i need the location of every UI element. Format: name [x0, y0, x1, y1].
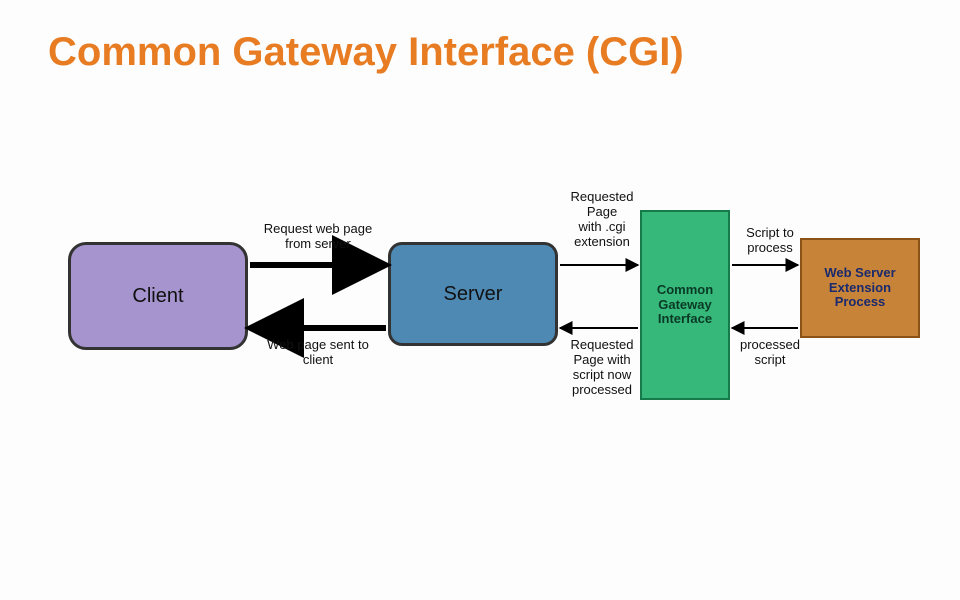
label-processed-script: processed script	[734, 338, 806, 368]
label-script-to-process: Script to process	[734, 226, 806, 256]
cgi-diagram: Client Server Common Gateway Interface W…	[0, 170, 960, 490]
label-req-processed: Requested Page with script now processed	[562, 338, 642, 398]
arrows-layer	[0, 170, 960, 490]
slide-title: Common Gateway Interface (CGI)	[48, 30, 684, 75]
label-request-web-page: Request web page from server	[248, 222, 388, 252]
label-req-cgi-ext: Requested Page with .cgi extension	[562, 190, 642, 250]
label-page-sent: Web page sent to client	[248, 338, 388, 368]
slide: Common Gateway Interface (CGI) Client Se…	[0, 0, 960, 600]
